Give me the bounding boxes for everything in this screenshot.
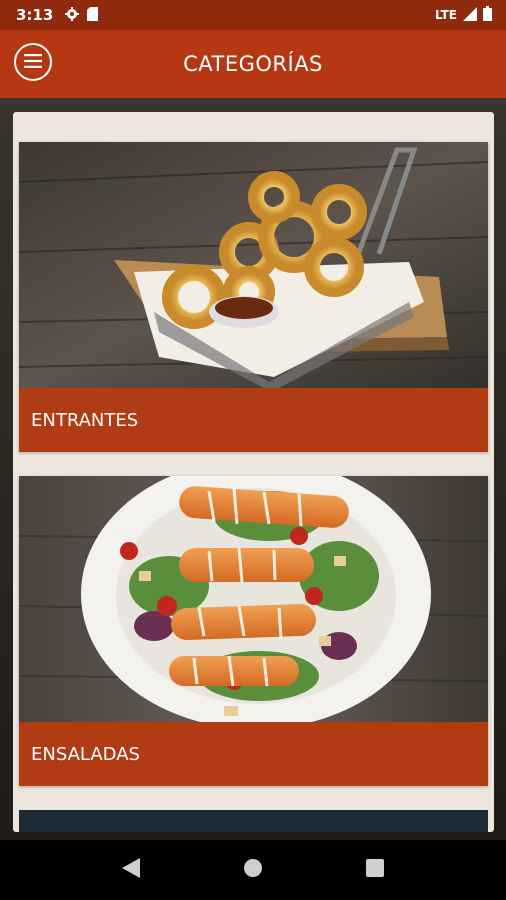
sd-card-icon <box>87 6 99 25</box>
menu-button[interactable] <box>14 43 52 81</box>
menu-icon <box>24 53 42 72</box>
page-title: CATEGORÍAS <box>183 52 323 76</box>
network-type: LTE <box>434 8 457 22</box>
category-card-partial[interactable] <box>19 810 488 832</box>
signal-icon <box>463 6 477 25</box>
ensaladas-image <box>19 476 488 722</box>
category-label: ENSALADAS <box>19 722 488 786</box>
status-bar: 3:13 LTE <box>0 0 506 30</box>
entrantes-image <box>19 142 488 388</box>
category-label: ENTRANTES <box>19 388 488 452</box>
settings-icon <box>65 6 80 25</box>
status-time: 3:13 <box>16 6 54 24</box>
home-icon[interactable] <box>243 858 263 882</box>
category-list-container: ENTRANTES ENSALADAS <box>0 98 506 840</box>
category-card-ensaladas[interactable]: ENSALADAS <box>19 476 488 786</box>
app-bar: CATEGORÍAS <box>0 30 506 98</box>
system-nav-bar <box>0 840 506 900</box>
back-icon[interactable] <box>121 858 140 882</box>
battery-icon <box>483 5 492 25</box>
recents-icon[interactable] <box>366 859 385 881</box>
category-card-entrantes[interactable]: ENTRANTES <box>19 142 488 452</box>
category-list: ENTRANTES ENSALADAS <box>13 112 494 832</box>
